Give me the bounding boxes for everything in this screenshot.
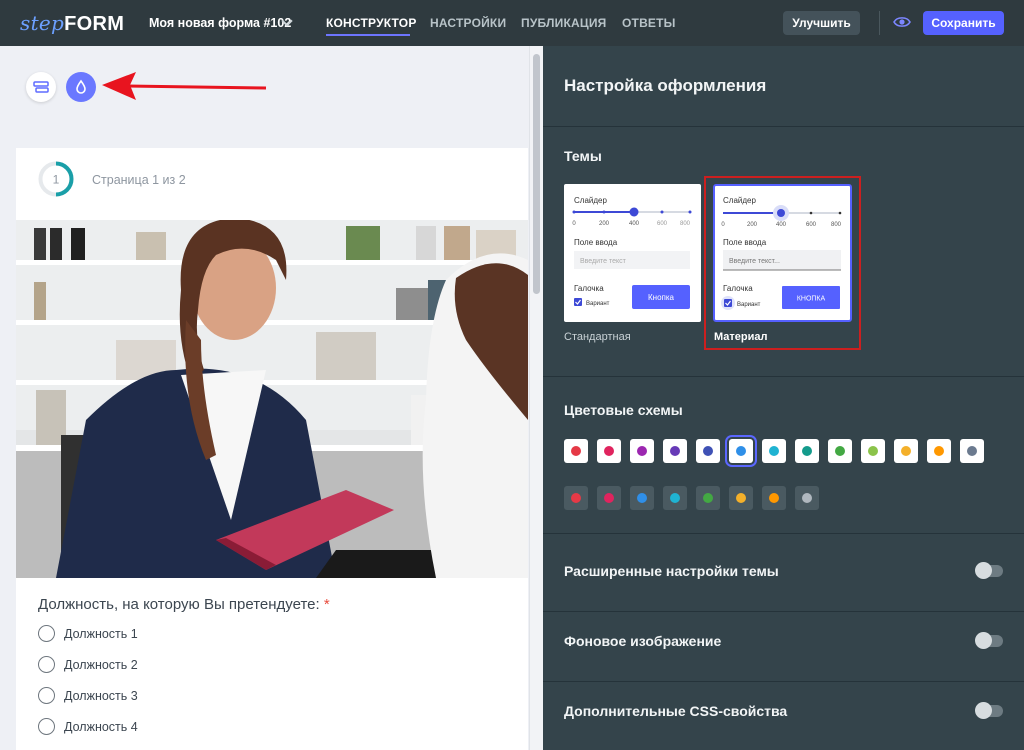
color-scheme-dark-7[interactable] bbox=[762, 486, 786, 510]
page-indicator: Страница 1 из 2 bbox=[92, 173, 186, 187]
theme-caption-standard: Стандартная bbox=[564, 331, 631, 343]
svg-text:200: 200 bbox=[747, 222, 758, 228]
canvas-scrollbar[interactable] bbox=[529, 46, 543, 750]
svg-text:Поле ввода: Поле ввода bbox=[574, 238, 618, 247]
divider bbox=[543, 376, 1024, 377]
background-image-label: Фоновое изображение bbox=[564, 633, 722, 649]
color-scheme-dark-6[interactable] bbox=[729, 486, 753, 510]
theme-card-standard[interactable]: Слайдер 0 200 400 600 800 Поле ввода Вве… bbox=[564, 184, 701, 322]
divider bbox=[543, 126, 1024, 127]
tab-settings[interactable]: НАСТРОЙКИ bbox=[430, 16, 506, 30]
svg-text:0: 0 bbox=[721, 222, 725, 228]
form-cover-image bbox=[16, 220, 528, 578]
tab-publication[interactable]: ПУБЛИКАЦИЯ bbox=[521, 16, 606, 30]
form-canvas: 1 Страница 1 из 2 Должность, на которую … bbox=[0, 46, 543, 750]
svg-text:400: 400 bbox=[776, 222, 787, 228]
color-scheme-light-10[interactable] bbox=[861, 439, 885, 463]
theme-caption-material: Материал bbox=[714, 331, 768, 343]
scrollbar-thumb[interactable] bbox=[533, 54, 540, 294]
stepform-logo[interactable]: stepFORM bbox=[20, 11, 124, 36]
layout-icon bbox=[33, 81, 49, 93]
color-scheme-light-8[interactable] bbox=[795, 439, 819, 463]
page-progress-ring: 1 bbox=[38, 161, 74, 197]
question-title: Должность, на которую Вы претендуете: * bbox=[38, 596, 330, 613]
color-scheme-dark-4[interactable] bbox=[663, 486, 687, 510]
advanced-theme-settings-label: Расширенные настройки темы bbox=[564, 563, 779, 579]
color-scheme-dark-3[interactable] bbox=[630, 486, 654, 510]
improve-button[interactable]: Улучшить bbox=[783, 11, 860, 35]
svg-text:Вариант: Вариант bbox=[737, 302, 761, 308]
background-image-toggle[interactable] bbox=[975, 632, 1003, 649]
form-page-card: 1 Страница 1 из 2 Должность, на которую … bbox=[16, 148, 528, 750]
color-scheme-light-7[interactable] bbox=[762, 439, 786, 463]
css-properties-label: Дополнительные CSS-свойства bbox=[564, 703, 788, 719]
panel-title: Настройка оформления bbox=[564, 76, 767, 95]
svg-text:800: 800 bbox=[680, 221, 691, 227]
color-scheme-light-11[interactable] bbox=[894, 439, 918, 463]
svg-text:Слайдер: Слайдер bbox=[574, 196, 607, 205]
themes-title: Темы bbox=[564, 148, 602, 164]
tab-constructor[interactable]: КОНСТРУКТОР bbox=[326, 16, 417, 30]
svg-text:600: 600 bbox=[657, 221, 668, 227]
color-scheme-light-2[interactable] bbox=[597, 439, 621, 463]
svg-text:Введите текст: Введите текст bbox=[580, 258, 627, 265]
css-properties-toggle[interactable] bbox=[975, 702, 1003, 719]
radio-button[interactable] bbox=[38, 687, 55, 704]
active-tab-indicator bbox=[326, 34, 410, 36]
theme-card-material[interactable]: Слайдер 0 200 400 600 800 Поле ввода Вве… bbox=[713, 184, 852, 322]
color-scheme-light-13[interactable] bbox=[960, 439, 984, 463]
advanced-theme-settings-toggle[interactable] bbox=[975, 562, 1003, 579]
color-scheme-light-12[interactable] bbox=[927, 439, 951, 463]
svg-text:Кнопка: Кнопка bbox=[648, 293, 675, 302]
header-divider bbox=[879, 11, 880, 35]
svg-text:КНОПКА: КНОПКА bbox=[797, 296, 826, 303]
radio-button[interactable] bbox=[38, 718, 55, 735]
color-scheme-dark-2[interactable] bbox=[597, 486, 621, 510]
divider bbox=[543, 611, 1024, 612]
tab-answers[interactable]: ОТВЕТЫ bbox=[622, 16, 676, 30]
svg-text:Галочка: Галочка bbox=[574, 284, 604, 293]
color-scheme-dark-8[interactable] bbox=[795, 486, 819, 510]
color-scheme-dark-1[interactable] bbox=[564, 486, 588, 510]
drop-icon bbox=[76, 79, 86, 94]
color-scheme-light-4[interactable] bbox=[663, 439, 687, 463]
svg-text:0: 0 bbox=[572, 221, 576, 227]
layout-button[interactable] bbox=[26, 72, 56, 102]
color-scheme-light-6[interactable] bbox=[729, 439, 753, 463]
form-name-dropdown[interactable]: Моя новая форма #102 bbox=[149, 16, 291, 30]
svg-text:200: 200 bbox=[599, 221, 610, 227]
radio-button[interactable] bbox=[38, 625, 55, 642]
svg-text:Слайдер: Слайдер bbox=[723, 196, 756, 205]
design-settings-panel: Настройка оформления Темы Слайдер 0 200 … bbox=[543, 46, 1024, 750]
divider bbox=[543, 681, 1024, 682]
divider bbox=[543, 533, 1024, 534]
svg-text:800: 800 bbox=[831, 222, 842, 228]
color-scheme-light-5[interactable] bbox=[696, 439, 720, 463]
color-scheme-light-9[interactable] bbox=[828, 439, 852, 463]
svg-text:Вариант: Вариант bbox=[586, 301, 610, 307]
color-scheme-light-1[interactable] bbox=[564, 439, 588, 463]
svg-text:Введите текст...: Введите текст... bbox=[729, 258, 780, 265]
svg-text:Галочка: Галочка bbox=[723, 284, 753, 293]
radio-button[interactable] bbox=[38, 656, 55, 673]
svg-text:600: 600 bbox=[806, 222, 817, 228]
theme-button[interactable] bbox=[66, 72, 96, 102]
svg-text:Поле ввода: Поле ввода bbox=[723, 238, 767, 247]
color-scheme-light-3[interactable] bbox=[630, 439, 654, 463]
svg-text:400: 400 bbox=[629, 221, 640, 227]
page-number: 1 bbox=[53, 173, 60, 187]
top-bar: stepFORM Моя новая форма #102 КОНСТРУКТО… bbox=[0, 0, 1024, 46]
save-button[interactable]: Сохранить bbox=[923, 11, 1004, 35]
eye-icon[interactable] bbox=[893, 15, 911, 29]
arrow-annotation bbox=[102, 72, 267, 100]
color-schemes-title: Цветовые схемы bbox=[564, 402, 683, 418]
color-scheme-dark-5[interactable] bbox=[696, 486, 720, 510]
